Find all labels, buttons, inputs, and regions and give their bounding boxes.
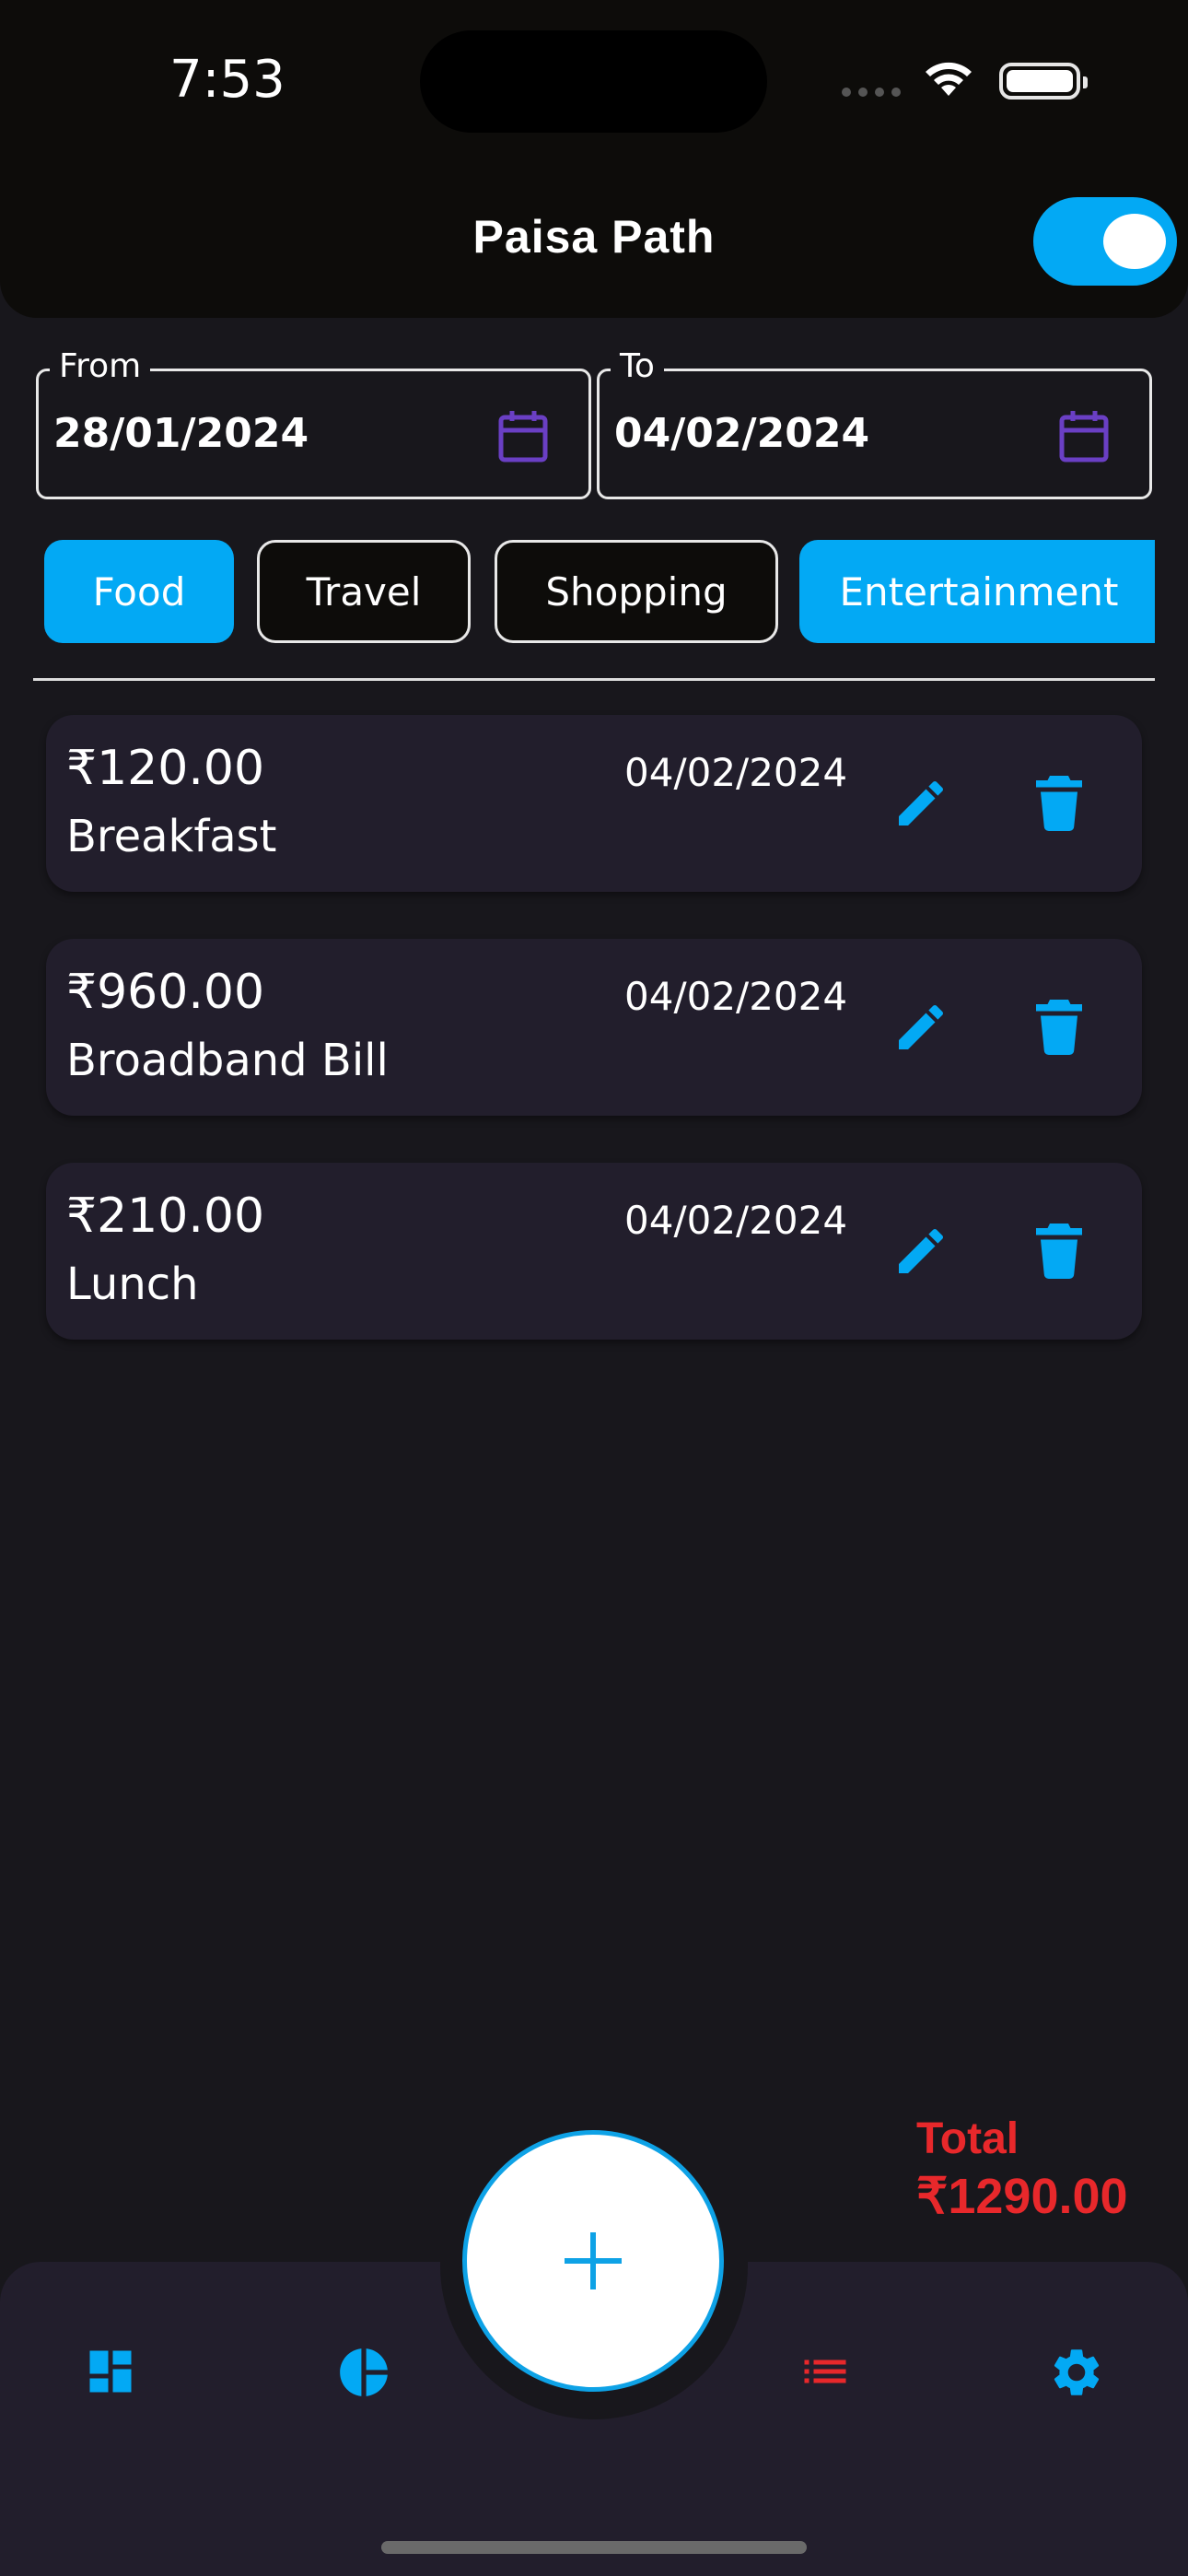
plus-icon [565, 2232, 622, 2289]
expense-description: Breakfast [66, 811, 277, 862]
delete-icon[interactable] [1035, 776, 1083, 831]
chip-entertainment[interactable]: Entertainment [799, 540, 1155, 643]
expense-amount: ₹960.00 [66, 965, 265, 1020]
calendar-icon[interactable] [498, 410, 548, 463]
total-amount: ₹1290.00 [916, 2169, 1128, 2224]
delete-icon[interactable] [1035, 1000, 1083, 1055]
chip-food[interactable]: Food [44, 540, 234, 643]
dynamic-island [420, 30, 767, 133]
total-label: Total [916, 2114, 1019, 2163]
toggle-knob [1103, 214, 1166, 269]
edit-icon[interactable] [891, 998, 950, 1057]
add-expense-button[interactable] [462, 2130, 724, 2392]
theme-toggle[interactable] [1033, 197, 1177, 286]
expense-description: Lunch [66, 1259, 199, 1310]
app-title: Paisa Path [472, 211, 716, 263]
expense-amount: ₹210.00 [66, 1188, 265, 1244]
from-date-field[interactable]: From 28/01/2024 [36, 347, 591, 499]
expense-card[interactable]: ₹210.00 04/02/2024 Lunch [46, 1163, 1142, 1340]
wifi-icon [926, 62, 972, 96]
chip-shopping[interactable]: Shopping [495, 540, 778, 643]
divider [33, 678, 1155, 681]
to-date-label: To [611, 347, 664, 385]
expense-date: 04/02/2024 [624, 1198, 848, 1243]
edit-icon[interactable] [891, 1222, 950, 1281]
category-filter-chips: Food Travel Shopping Entertainment [44, 540, 1155, 645]
status-time: 7:53 [169, 50, 285, 110]
cellular-signal-icon [842, 88, 901, 97]
to-date-field[interactable]: To 04/02/2024 [597, 347, 1152, 499]
battery-icon [999, 63, 1088, 100]
expense-date: 04/02/2024 [624, 750, 848, 795]
from-date-value: 28/01/2024 [53, 410, 309, 457]
expense-card[interactable]: ₹120.00 04/02/2024 Breakfast [46, 715, 1142, 892]
settings-icon[interactable] [1048, 2344, 1105, 2401]
dashboard-icon[interactable] [83, 2344, 138, 2399]
calendar-icon[interactable] [1059, 410, 1109, 463]
chip-travel[interactable]: Travel [257, 540, 471, 643]
delete-icon[interactable] [1035, 1224, 1083, 1279]
to-date-value: 04/02/2024 [614, 410, 870, 457]
expense-description: Broadband Bill [66, 1035, 389, 1086]
app-header: 7:53 Paisa Path [0, 0, 1188, 318]
expense-date: 04/02/2024 [624, 974, 848, 1019]
expense-card[interactable]: ₹960.00 04/02/2024 Broadband Bill [46, 939, 1142, 1116]
pie-chart-icon[interactable] [335, 2344, 392, 2401]
from-date-label: From [50, 347, 151, 385]
edit-icon[interactable] [891, 774, 950, 833]
expense-amount: ₹120.00 [66, 741, 265, 796]
list-icon[interactable] [798, 2344, 853, 2399]
home-indicator [381, 2541, 807, 2554]
